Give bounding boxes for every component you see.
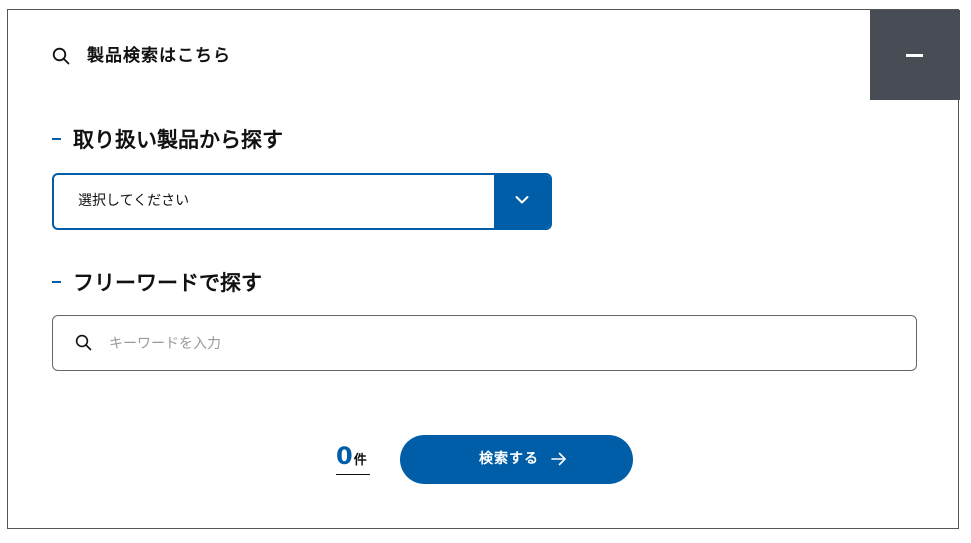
search-icon [75,334,92,351]
search-button-label: 検索する [479,451,539,467]
product-search-panel: 製品検索はこちら 取り扱い製品から探す 選択してください フリーワードで探す 0… [7,9,960,529]
product-section-heading-text: 取り扱い製品から探す [73,128,283,152]
search-button[interactable]: 検索する [400,435,633,484]
minus-icon [906,54,923,57]
chevron-down-icon [515,196,529,204]
arrow-right-icon [551,452,566,466]
select-arrow-button[interactable] [494,175,550,228]
keyword-section-heading-text: フリーワードで探す [73,271,262,295]
search-icon [52,47,70,65]
keyword-input[interactable] [107,326,891,362]
keyword-section-heading: フリーワードで探す [52,268,262,298]
heading-dash [52,281,61,283]
collapse-button[interactable] [870,10,960,100]
keyword-field[interactable] [52,315,917,371]
heading-dash [52,138,61,140]
result-count: 0件 [336,442,370,475]
product-select[interactable]: 選択してください [52,173,552,230]
result-count-number: 0 [336,442,353,470]
product-section-heading: 取り扱い製品から探す [52,125,283,155]
result-count-unit: 件 [353,453,367,468]
panel-title: 製品検索はこちら [87,46,231,66]
product-select-value: 選択してください [78,193,190,209]
